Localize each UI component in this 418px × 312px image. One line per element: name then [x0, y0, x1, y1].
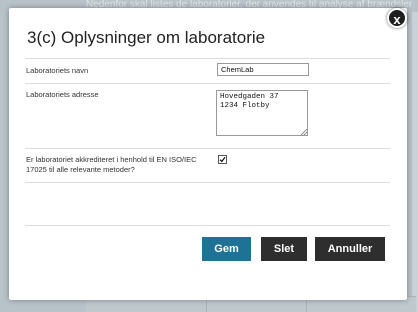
divider [25, 182, 390, 183]
dialog-title: 3(c) Oplysninger om laboratorie [27, 28, 266, 47]
lab-name-label: Laboratoriets navn [26, 66, 89, 75]
close-icon: x [393, 12, 401, 27]
cancel-button[interactable]: Annuller [315, 237, 385, 261]
divider [25, 225, 390, 226]
divider [25, 58, 390, 59]
save-button[interactable]: Gem [202, 237, 251, 261]
laboratory-dialog: 3(c) Oplysninger om laboratorie Laborato… [9, 8, 407, 300]
accredited-label: Er laboratoriet akkrediteret i henhold t… [26, 155, 197, 174]
lab-address-label: Laboratoriets adresse [26, 90, 99, 99]
checkmark-icon [219, 156, 226, 163]
divider [25, 83, 390, 84]
lab-address-textarea[interactable] [216, 90, 308, 136]
resize-grip-icon[interactable] [301, 129, 307, 135]
divider [25, 148, 390, 149]
delete-button[interactable]: Slet [261, 237, 307, 261]
background-table-edge [412, 12, 418, 312]
lab-name-input[interactable] [217, 63, 309, 76]
close-button[interactable]: x [387, 8, 407, 28]
accredited-checkbox[interactable] [218, 155, 227, 164]
page-backdrop: Nedenfor skal listes de laboratorier, de… [0, 0, 418, 312]
